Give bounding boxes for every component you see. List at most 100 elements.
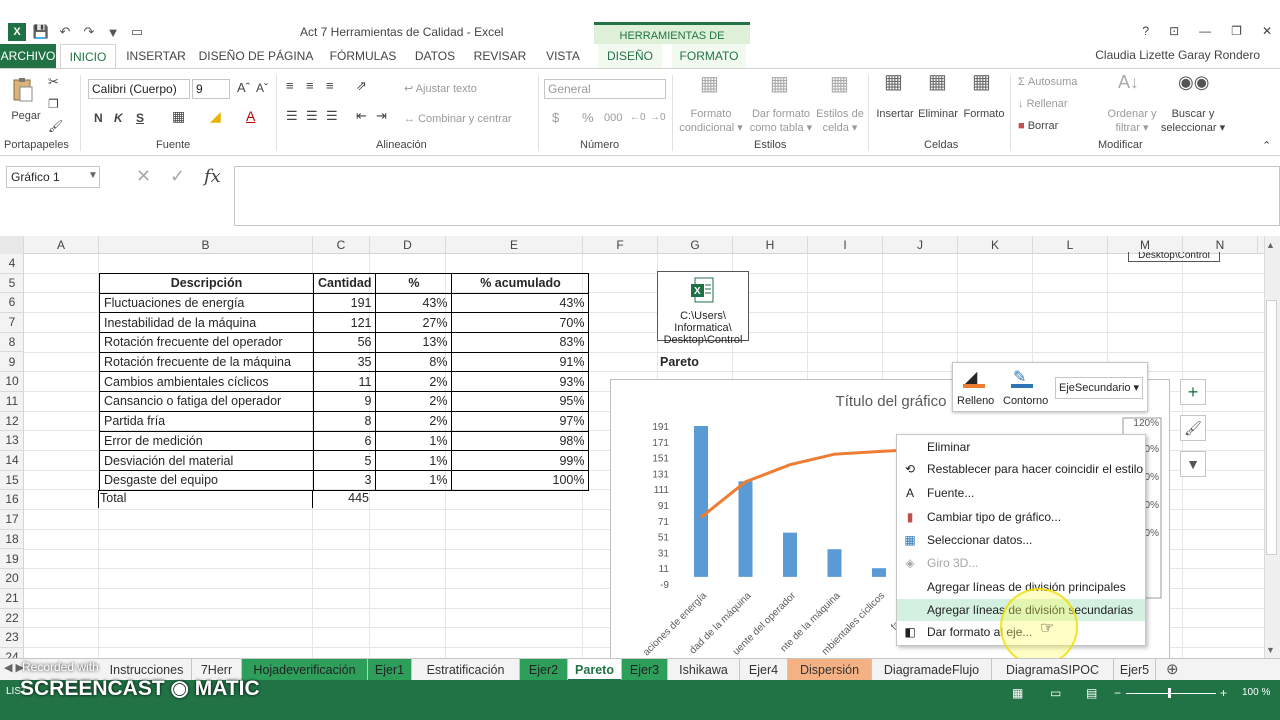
find-select-button[interactable]: Buscar y seleccionar ▾ <box>1160 107 1226 135</box>
insert-cells-button[interactable]: Insertar <box>874 107 916 121</box>
cell-percent-acumulado[interactable]: 43% <box>451 292 590 314</box>
enter-icon[interactable]: ✓ <box>170 166 185 187</box>
cell-descripcion[interactable]: Desviación del material <box>99 450 314 471</box>
vertical-scrollbar-thumb[interactable] <box>1266 300 1277 555</box>
paste-icon[interactable] <box>10 77 36 103</box>
row-header[interactable]: 16 <box>0 490 24 511</box>
chart-bar[interactable] <box>783 532 797 577</box>
decrease-decimal-icon[interactable]: →0 <box>650 111 666 125</box>
cell-descripcion[interactable]: Error de medición <box>99 430 314 452</box>
context-menu-item[interactable]: ▮ Cambiar tipo de gráfico... <box>897 506 1145 528</box>
cell-cantidad[interactable]: 8 <box>312 410 377 432</box>
chart-bar[interactable] <box>872 568 886 577</box>
column-header[interactable]: C <box>313 236 370 254</box>
row-header[interactable]: 17 <box>0 510 24 530</box>
zoom-slider-thumb[interactable] <box>1168 688 1171 698</box>
sheet-tab[interactable]: Ishikawa <box>668 659 740 681</box>
bold-button[interactable]: N <box>94 111 103 125</box>
normal-view-icon[interactable]: ▦ <box>1012 686 1023 700</box>
scroll-up-icon[interactable]: ▲ <box>1266 240 1275 250</box>
context-menu-item[interactable]: Eliminar <box>897 436 1145 458</box>
header-cantidad[interactable]: Cantidad <box>312 273 377 294</box>
context-menu-item[interactable]: ▦ Seleccionar datos... <box>897 529 1145 551</box>
cell-percent-acumulado[interactable]: 95% <box>451 391 590 412</box>
decrease-indent-icon[interactable]: ⇤ <box>356 109 367 123</box>
cell-percent[interactable]: 13% <box>375 332 453 353</box>
sheet-tab[interactable]: Ejer1 <box>368 659 412 681</box>
row-header[interactable]: 19 <box>0 550 24 570</box>
embedded-file-object-2[interactable]: Desktop\Control <box>1128 252 1220 262</box>
row-header[interactable]: 10 <box>0 372 24 392</box>
chart-bar[interactable] <box>694 426 708 577</box>
align-right-icon[interactable]: ☰ <box>326 109 338 123</box>
row-header[interactable]: 21 <box>0 589 24 609</box>
cut-icon[interactable]: ✂ <box>48 75 59 89</box>
row-header[interactable]: 12 <box>0 412 24 432</box>
cell-descripcion[interactable]: Rotación frecuente de la máquina <box>99 351 314 373</box>
sheet-tab[interactable]: Ejer2 <box>520 659 568 681</box>
insert-function-icon[interactable]: fx <box>204 166 221 187</box>
tab-diseno[interactable]: DISEÑO <box>598 44 662 68</box>
row-header[interactable]: 5 <box>0 274 24 294</box>
column-header[interactable]: D <box>370 236 446 254</box>
font-name-select[interactable]: Calibri (Cuerpo) <box>88 79 190 99</box>
orientation-icon[interactable]: ⇗ <box>356 79 367 93</box>
wrap-text-button[interactable]: ↩ Ajustar texto <box>404 82 477 96</box>
column-header[interactable]: L <box>1033 236 1108 254</box>
cell-percent[interactable]: 2% <box>375 391 453 412</box>
sheet-tab[interactable]: DiagramadeFlujo <box>872 659 992 681</box>
collapse-ribbon-icon[interactable]: ⌃ <box>1262 139 1271 153</box>
cell-percent[interactable]: 1% <box>375 430 453 452</box>
select-all-corner[interactable] <box>0 236 24 254</box>
sheet-tab[interactable]: Pareto <box>568 659 622 681</box>
column-header[interactable]: E <box>446 236 583 254</box>
column-header[interactable]: J <box>883 236 958 254</box>
row-header[interactable]: 18 <box>0 530 24 550</box>
autosum-button[interactable]: Σ Autosuma <box>1018 75 1077 89</box>
add-sheet-icon[interactable]: ⊕ <box>1166 660 1179 678</box>
column-header[interactable]: I <box>808 236 883 254</box>
conditional-format-button[interactable]: Formato condicional ▾ <box>676 107 746 135</box>
row-header[interactable]: 14 <box>0 451 24 471</box>
redo-icon[interactable]: ↷ <box>80 23 98 41</box>
row-header[interactable]: 11 <box>0 392 24 412</box>
align-center-icon[interactable]: ☰ <box>306 109 318 123</box>
page-layout-view-icon[interactable]: ▭ <box>1050 686 1061 700</box>
cancel-icon[interactable]: ✕ <box>136 166 151 187</box>
format-painter-icon[interactable]: 🖌 <box>48 119 63 133</box>
fill-color-icon[interactable]: ◢ <box>210 109 221 123</box>
cell-styles-button[interactable]: Estilos de celda ▾ <box>812 107 868 135</box>
outline-label[interactable]: Contorno <box>1003 395 1048 407</box>
cell-cantidad[interactable]: 11 <box>312 371 377 393</box>
row-header[interactable]: 13 <box>0 431 24 451</box>
chart-bar[interactable] <box>827 549 842 577</box>
column-header[interactable]: G <box>658 236 733 254</box>
help-icon[interactable]: ? <box>1142 24 1149 38</box>
sheet-tab[interactable]: Hojadeverificación <box>242 659 368 681</box>
delete-cells-button[interactable]: Eliminar <box>916 107 960 121</box>
user-name[interactable]: Claudia Lizette Garay Rondero <box>1095 48 1260 62</box>
total-label[interactable]: Total <box>100 491 126 505</box>
cell-descripcion[interactable]: Cansancio o fatiga del operador <box>99 391 314 412</box>
row-header[interactable]: 22 <box>0 609 24 629</box>
copy-icon[interactable]: ❐ <box>48 97 59 111</box>
chart-cumulative-line[interactable] <box>700 447 924 519</box>
name-box-dropdown-icon[interactable]: ▼ <box>88 170 98 181</box>
align-top-icon[interactable]: ≡ <box>286 79 294 93</box>
zoom-out-icon[interactable]: − <box>1114 686 1121 700</box>
tab-revisar[interactable]: REVISAR <box>470 44 530 68</box>
font-color-icon[interactable]: A <box>246 109 255 123</box>
tab-archivo[interactable]: ARCHIVO <box>0 44 56 68</box>
format-as-table-button[interactable]: Dar formato como tabla ▾ <box>746 107 816 135</box>
tab-diseno-pagina[interactable]: DISEÑO DE PÁGINA <box>198 44 314 68</box>
column-header[interactable]: B <box>99 236 313 254</box>
column-header[interactable]: K <box>958 236 1033 254</box>
cell-descripcion[interactable]: Fluctuaciones de energía <box>99 292 314 314</box>
font-size-select[interactable]: 9 <box>192 79 230 99</box>
row-header[interactable]: 15 <box>0 471 24 491</box>
sheet-nav-arrows-icon[interactable]: ◀ ▶ <box>4 661 24 674</box>
cell-percent-acumulado[interactable]: 99% <box>451 450 590 471</box>
cell-cantidad[interactable]: 9 <box>312 391 377 412</box>
sheet-tab[interactable]: DiagramaSIPOC <box>992 659 1114 681</box>
restore-icon[interactable]: ❐ <box>1231 24 1242 38</box>
